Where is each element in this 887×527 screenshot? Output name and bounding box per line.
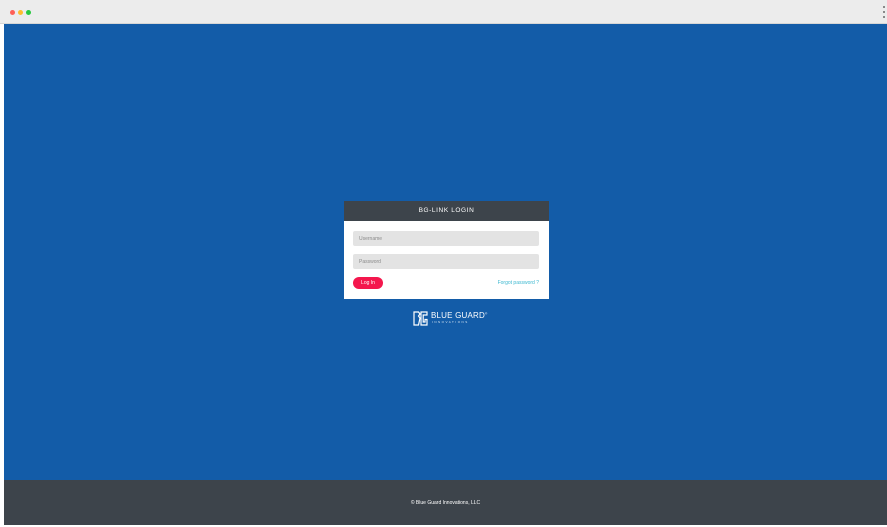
brand-tagline: INNOVATIONS [432,320,469,324]
login-card: BG-LINK LOGIN Log In Forgot password ? [344,201,549,299]
login-button[interactable]: Log In [353,277,383,289]
bg-monogram-icon [413,311,428,326]
forgot-password-link[interactable]: Forgot password ? [498,280,539,286]
browser-titlebar [0,0,887,24]
username-field[interactable] [353,231,539,246]
blue-guard-logo: BLUE GUARD® INNOVATIONS [413,309,487,327]
vertical-dots-icon[interactable] [883,6,887,18]
window-zoom-button[interactable] [26,10,31,15]
login-title: BG-LINK LOGIN [344,201,549,221]
window-close-button[interactable] [10,10,15,15]
password-field[interactable] [353,254,539,269]
login-form: Log In Forgot password ? [344,221,549,299]
page-footer: © Blue Guard Innovations, LLC [4,480,887,525]
brand-name: BLUE GUARD® [431,311,487,320]
copyright-text: © Blue Guard Innovations, LLC [410,500,481,506]
window-minimize-button[interactable] [18,10,23,15]
registered-mark: ® [485,311,488,316]
brand-name-text: BLUE GUARD [431,311,486,320]
